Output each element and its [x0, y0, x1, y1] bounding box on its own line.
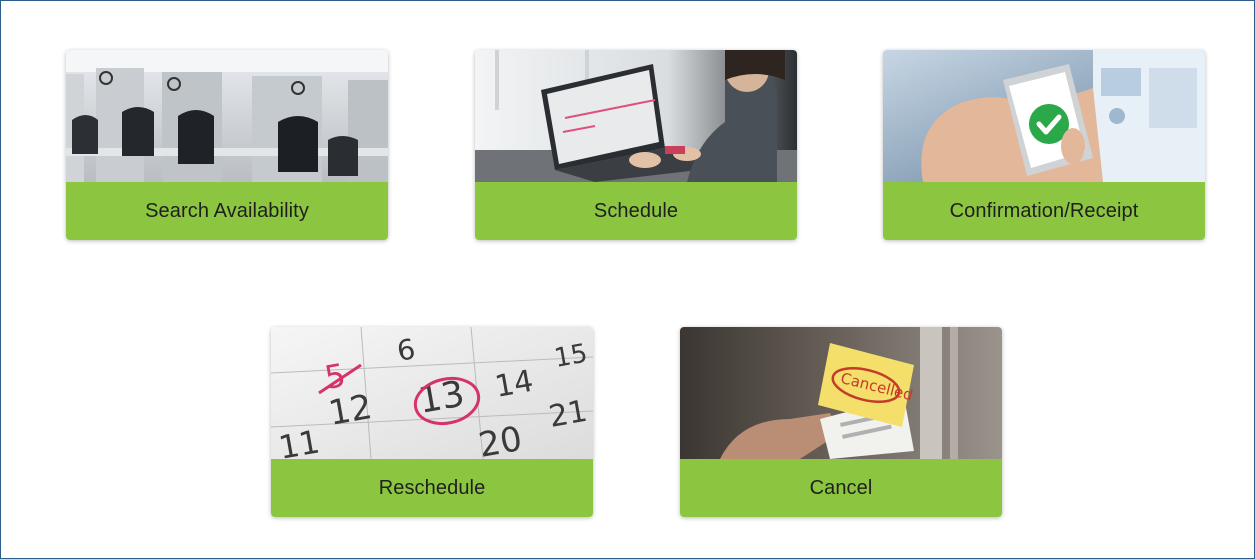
svg-text:20: 20 [476, 419, 526, 459]
svg-text:14: 14 [492, 364, 536, 405]
schedule-label: Schedule [593, 199, 679, 222]
cancel-card[interactable]: Cancelled Cancel [680, 327, 1002, 517]
card-label-bar: Search Availability [66, 182, 388, 240]
svg-text:21: 21 [546, 394, 590, 435]
svg-text:15: 15 [552, 339, 590, 374]
search-availability-card[interactable]: Search Availability [66, 50, 388, 240]
page-frame: Search Availability Schedule Confirmatio… [0, 0, 1255, 559]
cancelled-note-photo: Cancelled [680, 327, 1002, 459]
cancel-label: Cancel [809, 476, 873, 499]
search-availability-label: Search Availability [145, 199, 309, 222]
reschedule-card[interactable]: 6 12 13 14 21 20 11 15 5 Reschedule [271, 327, 593, 517]
card-label-bar: Schedule [475, 182, 797, 240]
schedule-card[interactable]: Schedule [475, 50, 797, 240]
reschedule-label: Reschedule [378, 476, 486, 499]
svg-text:11: 11 [276, 422, 323, 459]
calendar-circled-date-photo: 6 12 13 14 21 20 11 15 5 [271, 327, 593, 459]
card-label-bar: Confirmation/Receipt [883, 182, 1205, 240]
call-center-cubicles-photo [66, 50, 388, 182]
card-label-bar: Reschedule [271, 459, 593, 517]
confirmation-receipt-label: Confirmation/Receipt [949, 199, 1139, 222]
card-label-bar: Cancel [680, 459, 1002, 517]
phone-checkmark-photo [883, 50, 1205, 182]
confirmation-receipt-card[interactable]: Confirmation/Receipt [883, 50, 1205, 240]
person-using-laptop-calendar-photo [475, 50, 797, 182]
